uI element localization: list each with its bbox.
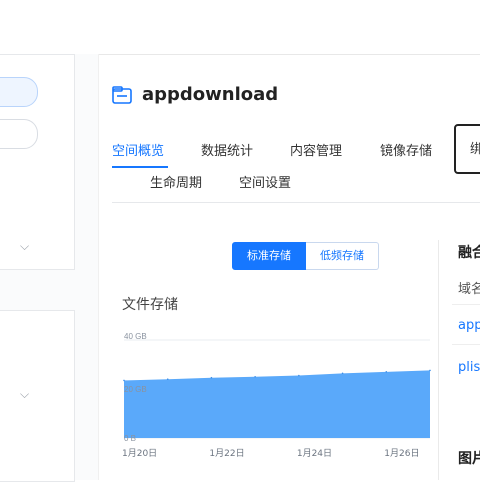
tab-binding-label: 绑	[470, 142, 480, 157]
data-point	[123, 379, 125, 382]
bucket-header: appdownload	[112, 84, 278, 105]
data-point	[429, 369, 431, 372]
chart-title: 文件存储	[122, 297, 178, 313]
x-tick-label: 1月26日	[384, 448, 419, 459]
tab-lifecycle[interactable]: 生命周期	[150, 172, 202, 191]
tab-overview[interactable]: 空间概览	[112, 140, 164, 159]
data-point	[385, 371, 388, 373]
data-point	[254, 375, 256, 378]
tab-settings[interactable]: 空间设置	[239, 172, 291, 191]
page-title: appdownload	[142, 84, 279, 105]
tab-content[interactable]: 内容管理	[290, 140, 342, 159]
standard-storage-button[interactable]: 标准存储	[232, 242, 306, 270]
x-tick-label: 1月22日	[209, 448, 244, 459]
data-point	[166, 378, 169, 380]
right-heading: 融合	[458, 245, 480, 261]
domain-label: 域名	[458, 282, 480, 297]
sidebar-pill[interactable]	[0, 119, 38, 149]
right-heading-image: 图片	[458, 451, 480, 467]
storage-area	[124, 370, 430, 438]
x-tick-label: 1月24日	[297, 448, 332, 459]
tab-binding[interactable]: 绑	[454, 124, 480, 174]
y-tick-label: 40 GB	[124, 332, 147, 341]
bucket-icon	[112, 85, 132, 104]
data-point	[210, 376, 213, 379]
sidebar-card-bottom: ⌵	[0, 310, 75, 482]
chevron-down-icon[interactable]: ⌵	[20, 387, 29, 402]
divider	[438, 240, 439, 480]
y-tick-label: 20 GB	[124, 385, 147, 394]
domain-link[interactable]: app	[458, 318, 480, 333]
x-tick-label: 1月20日	[122, 448, 157, 459]
tab-underline	[112, 166, 168, 168]
divider	[98, 54, 99, 480]
y-tick-label: 0 B	[124, 434, 136, 443]
sidebar-card-top: ⌵	[0, 54, 75, 270]
top-bar	[0, 0, 480, 55]
chevron-down-icon[interactable]: ⌵	[20, 239, 29, 254]
low-freq-storage-button[interactable]: 低频存储	[306, 242, 379, 270]
divider	[452, 304, 480, 305]
data-point	[341, 372, 344, 375]
tab-bar: 空间概览 数据统计 内容管理 镜像存储 绑 生命周期 空间设置	[112, 124, 480, 203]
storage-toggle: 标准存储 低频存储	[232, 242, 379, 270]
sidebar-pill-active[interactable]	[0, 77, 38, 107]
tab-statistics[interactable]: 数据统计	[201, 140, 253, 159]
divider	[452, 344, 480, 345]
data-point	[298, 374, 300, 377]
tab-mirror[interactable]: 镜像存储	[380, 140, 432, 159]
storage-chart: 40 GB 20 GB 0 B 1月20日 1月22日 1月24日 1月26日	[122, 332, 431, 459]
domain-link[interactable]: plis	[458, 360, 480, 375]
